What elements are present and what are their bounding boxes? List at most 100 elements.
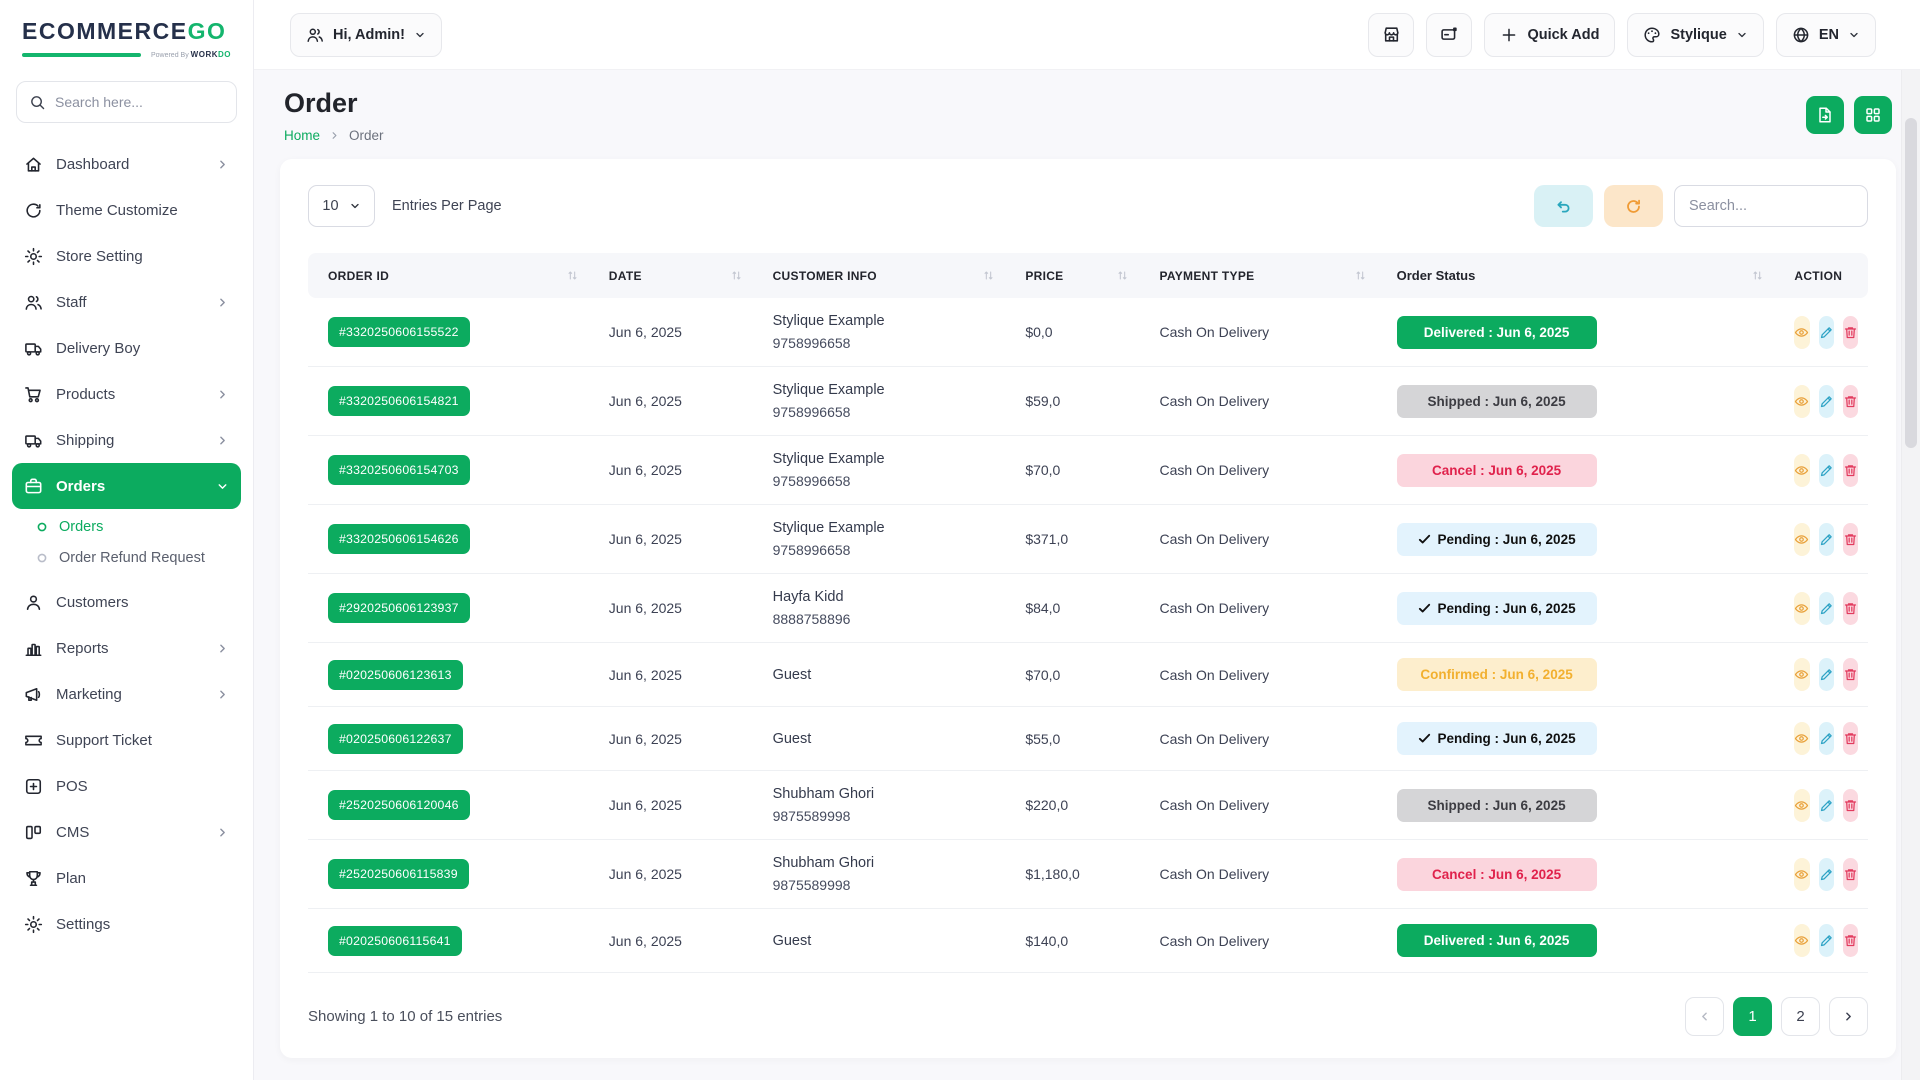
sidebar-item-store-setting[interactable]: Store Setting [12,233,241,279]
edit-order-button[interactable] [1819,523,1834,556]
column-header-action: ACTION [1774,253,1868,298]
order-date: Jun 6, 2025 [589,436,753,505]
order-id-badge[interactable]: #3320250606154703 [328,455,470,485]
top-header: Hi, Admin! Quick Add Stylique EN [254,0,1920,70]
payment-type: Cash On Delivery [1139,771,1376,840]
order-id-badge[interactable]: #2920250606123937 [328,593,470,623]
order-id-badge[interactable]: #2520250606115839 [328,859,469,889]
edit-order-button[interactable] [1819,924,1834,957]
sidebar-item-customers[interactable]: Customers [12,579,241,625]
delete-order-button[interactable] [1843,924,1858,957]
edit-order-button[interactable] [1819,789,1834,822]
order-id-badge[interactable]: #020250606123613 [328,660,463,690]
delete-order-button[interactable] [1843,858,1858,891]
sidebar-item-settings[interactable]: Settings [12,901,241,947]
sidebar-item-staff[interactable]: Staff [12,279,241,325]
sidebar-item-plan[interactable]: Plan [12,855,241,901]
sidebar-subitem-orders[interactable]: Orders [30,511,241,542]
pagination-prev-button[interactable] [1685,997,1724,1036]
edit-order-button[interactable] [1819,858,1834,891]
page-scrollbar[interactable] [1901,70,1920,1080]
pencil-icon [1819,532,1834,547]
pagination-page-button-2[interactable]: 2 [1781,997,1820,1036]
view-order-button[interactable] [1794,924,1809,957]
view-order-button[interactable] [1794,789,1809,822]
edit-order-button[interactable] [1819,454,1834,487]
column-header-order-id[interactable]: ORDER ID [308,253,589,298]
sidebar-item-orders[interactable]: Orders [12,463,241,509]
view-order-button[interactable] [1794,454,1809,487]
entries-per-page-select[interactable]: 10 [308,185,375,227]
pencil-icon [1819,394,1834,409]
sidebar-item-cms[interactable]: CMS [12,809,241,855]
delete-order-button[interactable] [1843,722,1858,755]
user-menu-button[interactable]: Hi, Admin! [290,13,442,57]
refresh-button[interactable] [1604,185,1663,227]
view-order-button[interactable] [1794,523,1809,556]
eye-icon [1794,798,1809,813]
sidebar-item-label: Orders [56,478,203,495]
grid-view-button[interactable] [1854,96,1892,134]
order-id-badge[interactable]: #020250606115641 [328,926,462,956]
sidebar-item-support-ticket[interactable]: Support Ticket [12,717,241,763]
order-id-badge[interactable]: #3320250606154626 [328,524,470,554]
sidebar-item-shipping[interactable]: Shipping [12,417,241,463]
edit-order-button[interactable] [1819,722,1834,755]
trash-icon [1843,867,1858,882]
view-order-button[interactable] [1794,722,1809,755]
sidebar-item-marketing[interactable]: Marketing [12,671,241,717]
column-header-date[interactable]: DATE [589,253,753,298]
undo-button[interactable] [1534,185,1593,227]
order-status-label: Delivered : Jun 6, 2025 [1424,933,1570,948]
column-label: ORDER ID [328,269,389,283]
column-header-payment-type[interactable]: PAYMENT TYPE [1139,253,1376,298]
view-order-button[interactable] [1794,658,1809,691]
brand-logo[interactable]: ECOMMERCEGO Powered By WORKDO [0,0,253,65]
briefcase-icon [24,477,43,496]
sidebar-subitem-order-refund-request[interactable]: Order Refund Request [30,542,241,573]
sidebar-item-reports[interactable]: Reports [12,625,241,671]
column-header-price[interactable]: PRICE [1005,253,1139,298]
order-id-badge[interactable]: #020250606122637 [328,724,463,754]
sidebar-item-theme-customize[interactable]: Theme Customize [12,187,241,233]
view-order-button[interactable] [1794,316,1809,349]
sidebar-search-input[interactable] [55,94,224,110]
delete-order-button[interactable] [1843,523,1858,556]
sidebar-item-pos[interactable]: POS [12,763,241,809]
delete-order-button[interactable] [1843,592,1858,625]
quick-add-label: Quick Add [1527,27,1599,43]
sidebar-item-dashboard[interactable]: Dashboard [12,141,241,187]
delete-order-button[interactable] [1843,385,1858,418]
delete-order-button[interactable] [1843,316,1858,349]
view-order-button[interactable] [1794,858,1809,891]
delete-order-button[interactable] [1843,454,1858,487]
breadcrumb-home-link[interactable]: Home [284,128,320,143]
export-button[interactable] [1806,96,1844,134]
edit-order-button[interactable] [1819,592,1834,625]
pagination-next-button[interactable] [1829,997,1868,1036]
chevron-right-icon [216,158,229,171]
pagination-page-button-1[interactable]: 1 [1733,997,1772,1036]
view-order-button[interactable] [1794,385,1809,418]
language-selector-button[interactable]: EN [1776,13,1876,57]
order-id-badge[interactable]: #3320250606154821 [328,386,470,416]
theme-name-label: Stylique [1670,27,1726,43]
quick-add-button[interactable]: Quick Add [1484,13,1615,57]
column-header-customer-info[interactable]: CUSTOMER INFO [753,253,1006,298]
column-header-order-status[interactable]: Order Status [1377,253,1775,298]
delete-order-button[interactable] [1843,789,1858,822]
table-search-input[interactable] [1674,185,1868,227]
sidebar-item-products[interactable]: Products [12,371,241,417]
edit-order-button[interactable] [1819,658,1834,691]
storefront-button[interactable] [1368,13,1414,57]
sidebar-item-delivery-boy[interactable]: Delivery Boy [12,325,241,371]
view-order-button[interactable] [1794,592,1809,625]
order-id-badge[interactable]: #2520250606120046 [328,790,470,820]
order-id-badge[interactable]: #3320250606155522 [328,317,470,347]
edit-order-button[interactable] [1819,316,1834,349]
delete-order-button[interactable] [1843,658,1858,691]
messages-button[interactable] [1426,13,1472,57]
theme-selector-button[interactable]: Stylique [1627,13,1763,57]
scrollbar-thumb[interactable] [1905,118,1917,448]
edit-order-button[interactable] [1819,385,1834,418]
